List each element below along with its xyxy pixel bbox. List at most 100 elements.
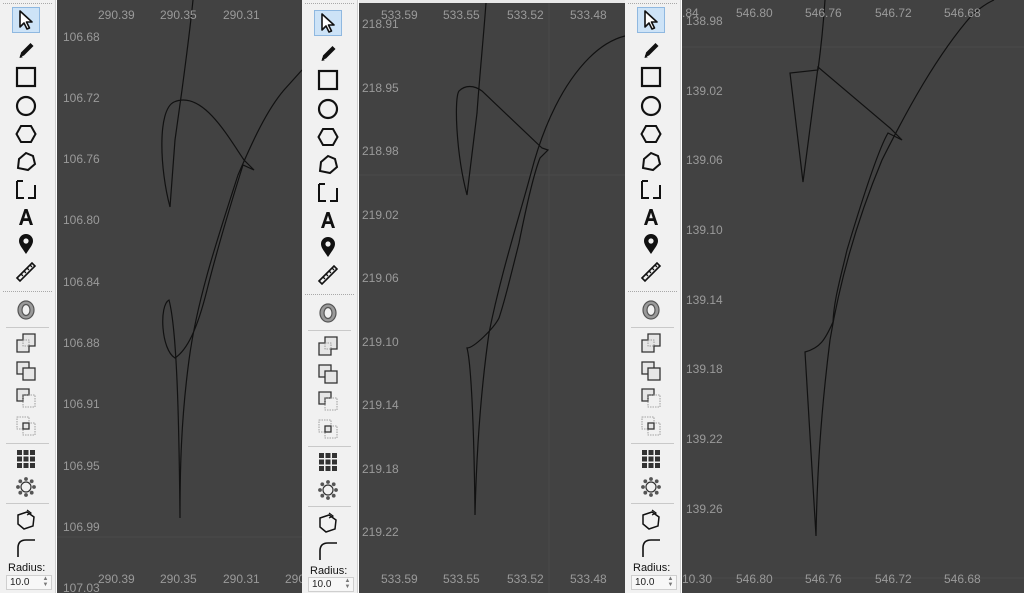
- map-canvas[interactable]: 290.39 290.35 290.31 290.39 290.35 290.3…: [57, 0, 302, 593]
- pencil-icon: [321, 46, 336, 61]
- union-tool-button[interactable]: [314, 333, 342, 359]
- intersect-tool-button[interactable]: [12, 413, 40, 439]
- toolbar: Radius: 10.0 ▲ ▼: [625, 0, 681, 593]
- grid-tool-button[interactable]: [314, 449, 342, 475]
- round-corner-tool-button[interactable]: [637, 535, 665, 561]
- ring-icon: [17, 300, 35, 320]
- toolbar: Radius: 10.0 ▲ ▼: [0, 0, 56, 593]
- map-canvas[interactable]: 533.59 533.55 533.52 533.48 533.59 533.5…: [359, 0, 625, 593]
- intersect-icon: [318, 419, 338, 439]
- bracket-tool-button[interactable]: [314, 179, 342, 205]
- subtract-tool-button[interactable]: [637, 385, 665, 411]
- marker-tool-button[interactable]: [637, 231, 665, 257]
- hexagon-icon: [640, 125, 662, 143]
- pencil-tool-button[interactable]: [12, 36, 40, 62]
- map-pin-icon: [19, 234, 33, 254]
- polygon-icon: [641, 151, 662, 172]
- radius-input[interactable]: 10.0 ▲ ▼: [6, 575, 52, 590]
- bracket-tool-button[interactable]: [12, 176, 40, 202]
- union-tool-button[interactable]: [12, 330, 40, 356]
- spinner-arrows-icon[interactable]: ▲ ▼: [666, 576, 675, 589]
- pencil-tool-button[interactable]: [637, 36, 665, 62]
- toolbar-separator: [6, 443, 49, 444]
- ruler-tool-button[interactable]: [637, 259, 665, 285]
- circle-tool-button[interactable]: [314, 96, 342, 122]
- ring-tool-button[interactable]: [637, 297, 665, 323]
- subtract-tool-button[interactable]: [314, 388, 342, 414]
- x-tick-label: 546.80: [736, 6, 773, 20]
- reshape-tool-button[interactable]: [12, 507, 40, 533]
- toolbar-separator: [305, 3, 354, 4]
- map-pin-icon: [321, 237, 335, 257]
- bracket-tool-button[interactable]: [637, 176, 665, 202]
- grid-tool-button[interactable]: [12, 446, 40, 472]
- circle-icon: [317, 98, 339, 120]
- x-tick-label: 546.76: [805, 6, 842, 20]
- ruler-tool-button[interactable]: [314, 262, 342, 288]
- hexagon-tool-button[interactable]: [637, 121, 665, 147]
- subtract-tool-button[interactable]: [12, 385, 40, 411]
- polygon-tool-button[interactable]: [314, 151, 342, 177]
- merge-tool-button[interactable]: [637, 358, 665, 384]
- text-tool-button[interactable]: [637, 204, 665, 230]
- hexagon-tool-button[interactable]: [12, 121, 40, 147]
- select-tool-button[interactable]: [12, 7, 40, 33]
- polygon-tool-button[interactable]: [637, 148, 665, 174]
- y-tick-label: 139.10: [686, 223, 723, 237]
- hexagon-tool-button[interactable]: [314, 124, 342, 150]
- merge-tool-button[interactable]: [314, 361, 342, 387]
- pencil-tool-button[interactable]: [314, 39, 342, 65]
- viewer-panel-1: Radius: 10.0 ▲ ▼ 290.39 290.35 290.31 290.…: [0, 0, 302, 593]
- round-corner-tool-button[interactable]: [12, 535, 40, 561]
- rectangle-tool-button[interactable]: [314, 67, 342, 93]
- y-tick-label: 139.18: [686, 362, 723, 376]
- text-tool-button[interactable]: [12, 204, 40, 230]
- toolbar: Radius: 10.0 ▲ ▼: [302, 0, 358, 593]
- circle-tool-button[interactable]: [12, 93, 40, 119]
- select-tool-button[interactable]: [314, 10, 342, 36]
- circular-array-tool-button[interactable]: [637, 474, 665, 500]
- union-tool-button[interactable]: [637, 330, 665, 356]
- rectangle-tool-button[interactable]: [637, 64, 665, 90]
- spinner-arrows-icon[interactable]: ▲ ▼: [41, 576, 50, 589]
- radius-input[interactable]: 10.0 ▲ ▼: [308, 577, 354, 592]
- polygon-tool-button[interactable]: [12, 148, 40, 174]
- rectangle-icon: [15, 66, 37, 88]
- marker-tool-button[interactable]: [12, 231, 40, 257]
- ruler-tool-button[interactable]: [12, 259, 40, 285]
- ring-tool-button[interactable]: [314, 300, 342, 326]
- y-tick-label: 139.14: [686, 293, 723, 307]
- spinner-arrows-icon[interactable]: ▲ ▼: [343, 578, 352, 591]
- toolbar-separator: [6, 503, 49, 504]
- ring-tool-button[interactable]: [12, 297, 40, 323]
- grid-tool-button[interactable]: [637, 446, 665, 472]
- x-tick-label: 546.68: [944, 6, 981, 20]
- viewer-panel-3: Radius: 10.0 ▲ ▼ .84 546.80 546.76 546.72 …: [625, 0, 1024, 593]
- merge-icon: [318, 364, 338, 384]
- merge-tool-button[interactable]: [12, 358, 40, 384]
- y-tick-label: 139.22: [686, 432, 723, 446]
- map-canvas[interactable]: .84 546.80 546.76 546.72 546.68 10.30 54…: [682, 0, 1024, 593]
- circle-tool-button[interactable]: [637, 93, 665, 119]
- merge-icon: [641, 361, 661, 381]
- reshape-tool-button[interactable]: [637, 507, 665, 533]
- intersect-tool-button[interactable]: [314, 416, 342, 442]
- round-corner-tool-button[interactable]: [314, 538, 342, 564]
- marker-tool-button[interactable]: [314, 234, 342, 260]
- circular-array-tool-button[interactable]: [12, 474, 40, 500]
- bracket-icon: [16, 180, 36, 199]
- radius-label: Radius:: [8, 562, 46, 574]
- toolbar-separator: [6, 327, 49, 328]
- x-tick-label: 546.80: [736, 572, 773, 586]
- reshape-tool-button[interactable]: [314, 510, 342, 536]
- y-tick-label: 106.95: [63, 459, 100, 473]
- radius-value: 10.0: [10, 577, 30, 588]
- rectangle-tool-button[interactable]: [12, 64, 40, 90]
- radius-input[interactable]: 10.0 ▲ ▼: [631, 575, 677, 590]
- text-tool-button[interactable]: [314, 207, 342, 233]
- intersect-tool-button[interactable]: [637, 413, 665, 439]
- grid-icon: [319, 453, 337, 471]
- toolbar-separator: [308, 330, 351, 331]
- select-tool-button[interactable]: [637, 7, 665, 33]
- circular-array-tool-button[interactable]: [314, 477, 342, 503]
